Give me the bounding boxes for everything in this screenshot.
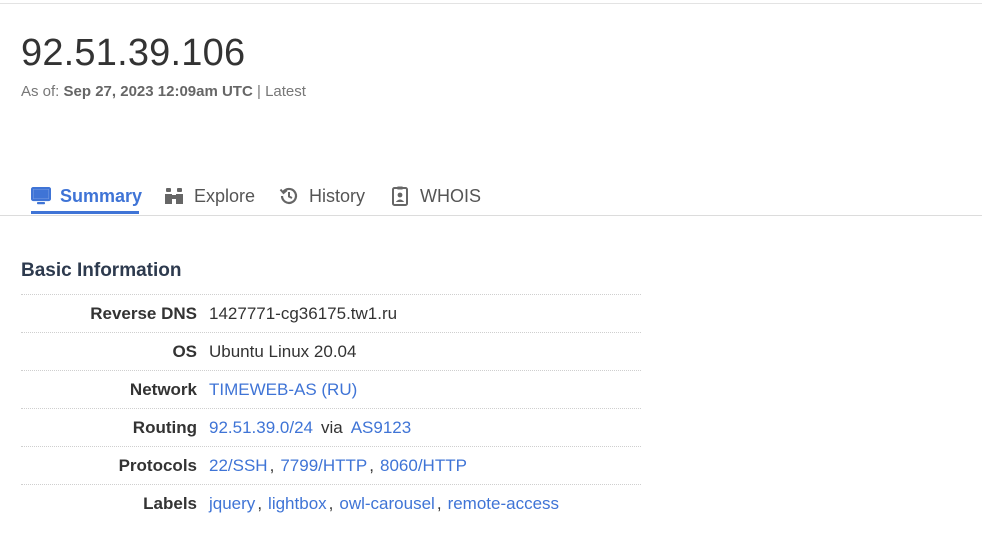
row-os: OS Ubuntu Linux 20.04	[21, 332, 641, 370]
as-of-date: Sep 27, 2023 12:09am UTC	[63, 83, 253, 100]
binoculars-icon	[163, 185, 185, 207]
routing-via: via	[320, 417, 343, 437]
tab-bar: Summary Explore History WHOIS	[0, 178, 982, 216]
as-of-version: Latest	[265, 83, 306, 100]
label-link[interactable]: jquery	[209, 494, 255, 513]
row-network: Network TIMEWEB-AS (RU)	[21, 370, 641, 408]
id-badge-icon	[389, 185, 411, 207]
protocols-key: Protocols	[118, 455, 197, 475]
top-divider	[0, 3, 982, 4]
as-of-line: As of: Sep 27, 2023 12:09am UTC | Latest	[21, 83, 306, 101]
labels-key: Labels	[143, 493, 197, 513]
as-of-separator: |	[256, 83, 261, 100]
tab-history[interactable]: History	[278, 178, 365, 214]
tab-history-label: History	[309, 185, 366, 206]
tab-summary-label: Summary	[60, 185, 143, 206]
row-routing: Routing 92.51.39.0/24 via AS9123	[21, 408, 641, 446]
page-title: 92.51.39.106	[21, 32, 246, 74]
protocol-link[interactable]: 8060/HTTP	[380, 456, 467, 475]
label-link[interactable]: owl-carousel	[339, 494, 434, 513]
history-icon	[278, 185, 300, 207]
routing-asn-link[interactable]: AS9123	[351, 418, 412, 437]
label-link[interactable]: remote-access	[448, 494, 559, 513]
protocol-link[interactable]: 7799/HTTP	[280, 456, 367, 475]
tab-whois[interactable]: WHOIS	[389, 178, 481, 214]
routing-prefix-link[interactable]: 92.51.39.0/24	[209, 418, 313, 437]
label-link[interactable]: lightbox	[268, 494, 327, 513]
reverse-dns-key: Reverse DNS	[90, 303, 197, 323]
protocol-link[interactable]: 22/SSH	[209, 456, 268, 475]
network-key: Network	[129, 379, 197, 399]
routing-key: Routing	[132, 417, 197, 437]
monitor-icon	[31, 185, 51, 207]
reverse-dns-value: 1427771-cg36175.tw1.ru	[209, 303, 398, 323]
as-of-label: As of:	[21, 83, 60, 100]
os-value: Ubuntu Linux 20.04	[209, 341, 357, 361]
network-link[interactable]: TIMEWEB-AS (RU)	[209, 380, 357, 399]
os-key: OS	[172, 341, 197, 361]
row-reverse-dns: Reverse DNS 1427771-cg36175.tw1.ru	[21, 294, 641, 332]
row-protocols: Protocols 22/SSH, 7799/HTTP, 8060/HTTP	[21, 446, 641, 484]
tab-explore-label: Explore	[194, 185, 256, 206]
section-title-basic-info: Basic Information	[21, 260, 182, 281]
tab-explore[interactable]: Explore	[163, 178, 255, 214]
row-labels: Labels jquery, lightbox, owl-carousel, remo…	[21, 484, 641, 522]
tab-whois-label: WHOIS	[420, 185, 481, 206]
basic-info-table: Reverse DNS 1427771-cg36175.tw1.ru OS Ub…	[21, 294, 641, 522]
tab-summary[interactable]: Summary	[31, 178, 143, 214]
